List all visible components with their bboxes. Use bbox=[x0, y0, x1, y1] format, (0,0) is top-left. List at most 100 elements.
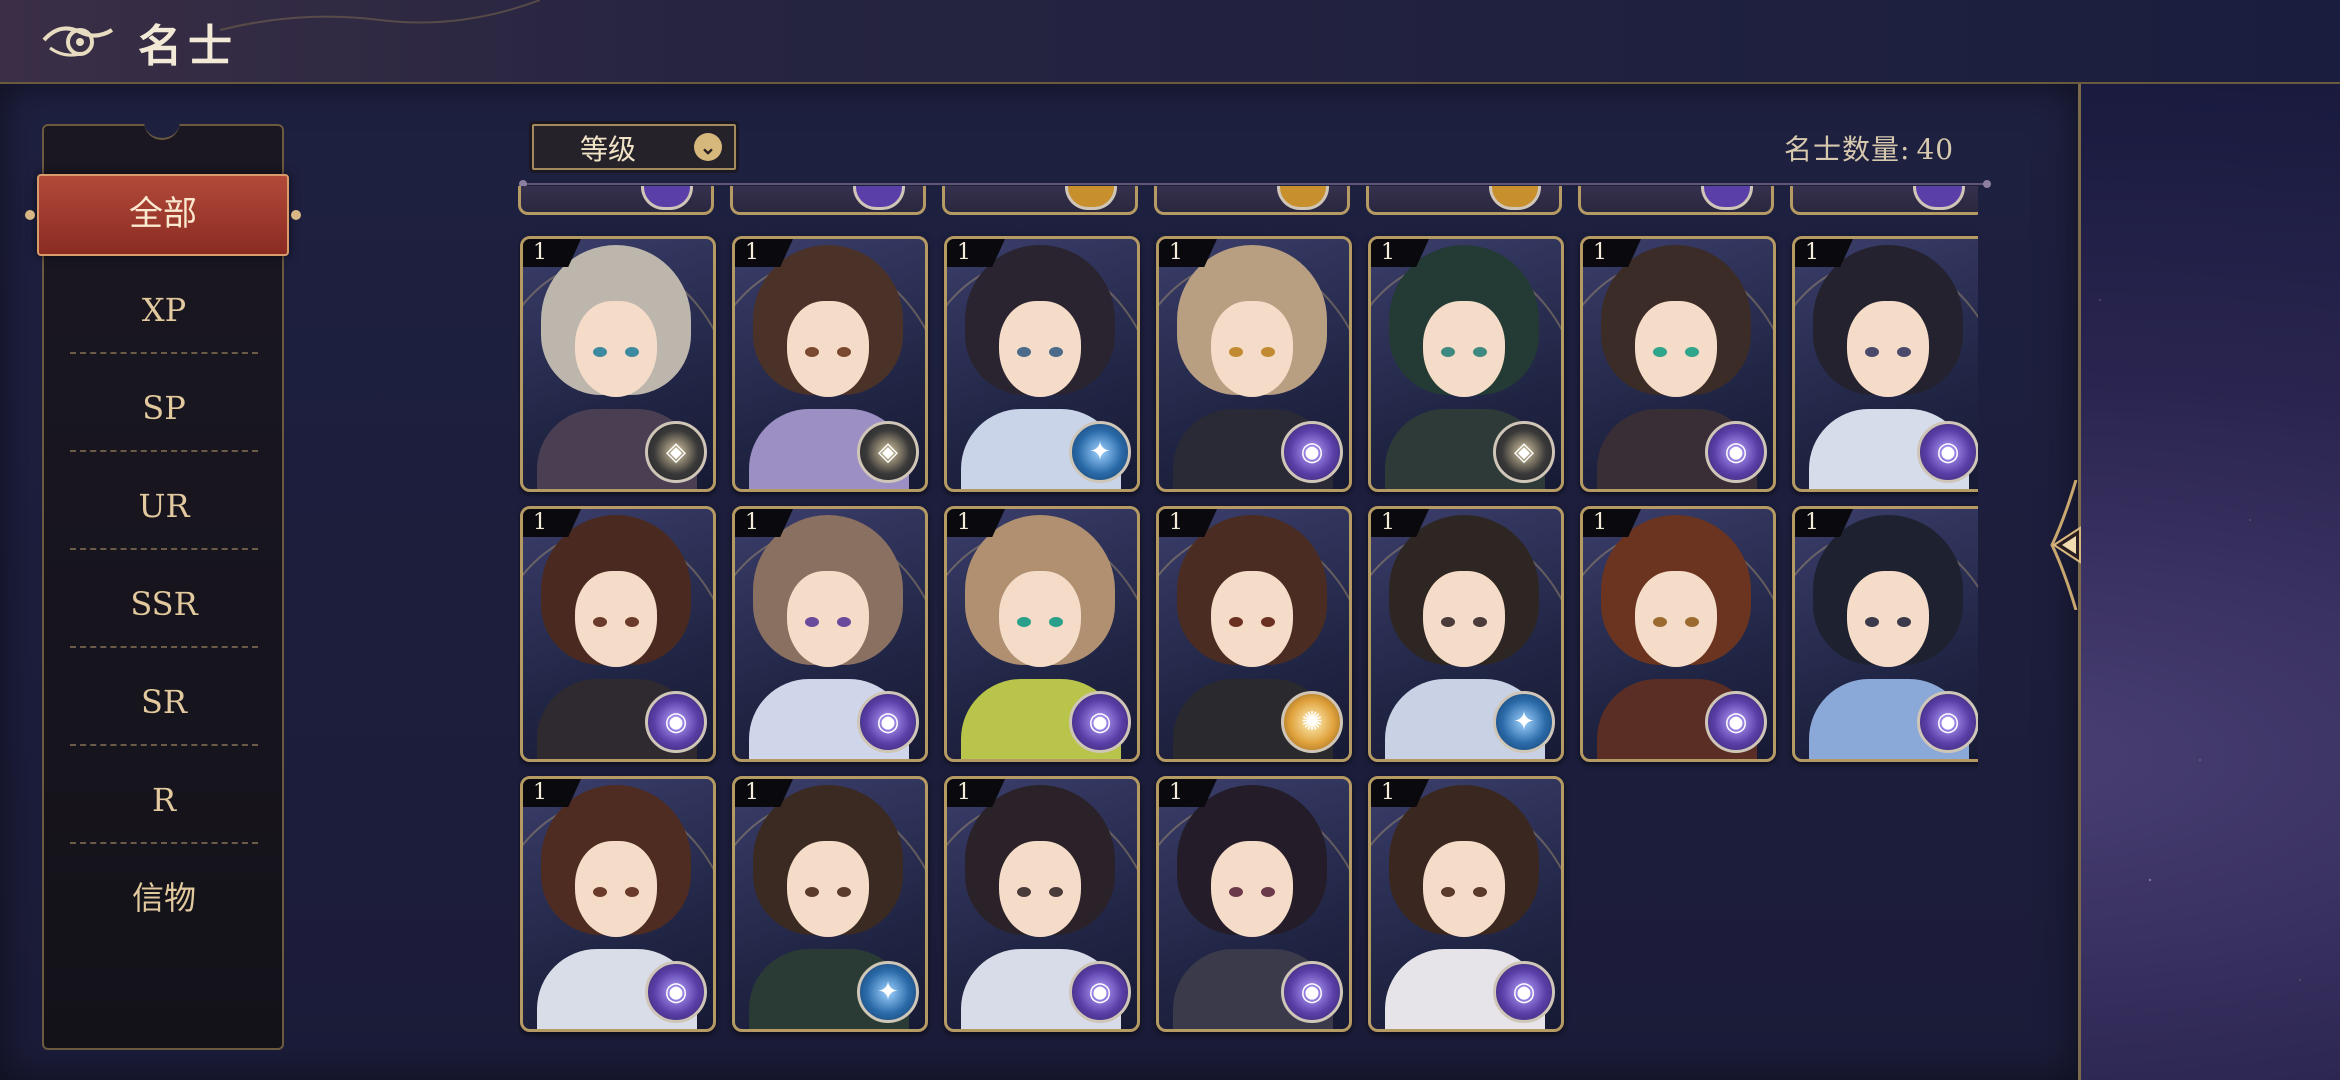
sidebar-item-all[interactable]: 全部 bbox=[25, 174, 301, 256]
character-face bbox=[1847, 301, 1929, 397]
character-eye bbox=[805, 347, 819, 357]
count-label: 名士数量: bbox=[1784, 133, 1911, 166]
sidebar-item-token[interactable]: 信物 bbox=[70, 850, 258, 946]
character-card[interactable]: 1 ◉ bbox=[520, 776, 716, 1032]
character-eye bbox=[1017, 617, 1031, 627]
character-face bbox=[1635, 571, 1717, 667]
character-face bbox=[1847, 571, 1929, 667]
top-header: 名士 bbox=[0, 0, 2340, 84]
character-eye bbox=[1865, 617, 1879, 627]
compass-icon: ◈ bbox=[1493, 421, 1555, 483]
character-eye bbox=[1473, 887, 1487, 897]
purple-orb-icon: ◉ bbox=[645, 691, 707, 753]
character-card[interactable]: 1 ◉ bbox=[1156, 236, 1352, 492]
character-face bbox=[1211, 571, 1293, 667]
character-eye bbox=[1653, 347, 1667, 357]
character-face bbox=[1211, 301, 1293, 397]
sidebar-notch bbox=[144, 120, 180, 140]
character-card[interactable]: 1 ◉ bbox=[1368, 776, 1564, 1032]
blue-crest-icon: ✦ bbox=[1069, 421, 1131, 483]
sidebar-item-r[interactable]: R bbox=[70, 752, 258, 848]
character-face bbox=[575, 301, 657, 397]
character-card[interactable]: 1 ◉ bbox=[1792, 236, 1978, 492]
character-eye bbox=[1441, 887, 1455, 897]
character-card[interactable]: 1 ◉ bbox=[1580, 506, 1776, 762]
character-eye bbox=[1017, 347, 1031, 357]
purple-orb-icon: ◉ bbox=[1281, 961, 1343, 1023]
character-eye bbox=[805, 887, 819, 897]
character-card[interactable]: 1 ✦ bbox=[732, 776, 928, 1032]
cloud-back-icon[interactable] bbox=[40, 18, 120, 62]
chevron-down-icon: ⌄ bbox=[694, 133, 722, 161]
character-eye bbox=[1897, 617, 1911, 627]
purple-orb-icon: ◉ bbox=[1917, 691, 1978, 753]
character-card[interactable]: 1 ◉ bbox=[1580, 236, 1776, 492]
character-card-partial[interactable] bbox=[942, 186, 1138, 215]
character-eye bbox=[593, 617, 607, 627]
character-card[interactable]: 1 ◉ bbox=[944, 506, 1140, 762]
character-card-partial[interactable] bbox=[1366, 186, 1562, 215]
sidebar-divider bbox=[70, 842, 258, 844]
sidebar-divider bbox=[70, 744, 258, 746]
character-face bbox=[787, 841, 869, 937]
sidebar-divider bbox=[70, 548, 258, 550]
character-grid[interactable]: 1 ◈ 1 ◈ 1 ✦ 1 ◉ 1 ◈ 1 ◉ 1 ◉ 1 ◉ 1 ◉ 1 ◉ 1 ✺ 1 ✦ 1 ◉ 1 ◉ 1 ◉ 1 ✦ 1 ◉ 1 ◉ 1 ◉ bbox=[518, 186, 1978, 1046]
character-eye bbox=[593, 347, 607, 357]
sidebar-divider bbox=[70, 450, 258, 452]
sort-label: 等级 bbox=[580, 133, 637, 166]
blue-crest-icon: ✦ bbox=[1493, 691, 1555, 753]
character-eye bbox=[593, 887, 607, 897]
sidebar-item-ssr[interactable]: SSR bbox=[70, 556, 258, 652]
header-ornament bbox=[220, 0, 540, 31]
character-eye bbox=[1229, 347, 1243, 357]
character-card[interactable]: 1 ◈ bbox=[520, 236, 716, 492]
character-card[interactable]: 1 ✦ bbox=[944, 236, 1140, 492]
gold-orb-icon bbox=[1065, 186, 1117, 210]
character-card[interactable]: 1 ◉ bbox=[1156, 776, 1352, 1032]
blue-crest-icon: ✦ bbox=[857, 961, 919, 1023]
character-face bbox=[1423, 301, 1505, 397]
character-face bbox=[1423, 841, 1505, 937]
character-face bbox=[1423, 571, 1505, 667]
purple-orb-icon: ◉ bbox=[857, 691, 919, 753]
character-face bbox=[575, 841, 657, 937]
character-card-partial[interactable] bbox=[518, 186, 714, 215]
collapse-arrow-icon[interactable] bbox=[2046, 480, 2092, 610]
sort-dropdown[interactable]: 等级 ⌄ bbox=[532, 124, 736, 170]
sidebar-item-ur[interactable]: UR bbox=[70, 458, 258, 554]
grid-top-divider bbox=[519, 180, 1991, 188]
character-card-partial[interactable] bbox=[730, 186, 926, 215]
character-card-partial[interactable] bbox=[1154, 186, 1350, 215]
purple-orb-icon: ◉ bbox=[1069, 961, 1131, 1023]
character-card[interactable]: 1 ◈ bbox=[1368, 236, 1564, 492]
gold-orb-icon: ✺ bbox=[1281, 691, 1343, 753]
sidebar-item-sr[interactable]: SR bbox=[70, 654, 258, 750]
character-card[interactable]: 1 ◉ bbox=[1792, 506, 1978, 762]
character-face bbox=[999, 571, 1081, 667]
sidebar-item-xp[interactable]: XP bbox=[70, 262, 258, 358]
character-card-partial[interactable] bbox=[1790, 186, 1978, 215]
character-card[interactable]: 1 ◉ bbox=[944, 776, 1140, 1032]
character-card[interactable]: 1 ◉ bbox=[732, 506, 928, 762]
character-card[interactable]: 1 ✦ bbox=[1368, 506, 1564, 762]
character-eye bbox=[1473, 347, 1487, 357]
purple-orb-icon bbox=[853, 186, 905, 210]
purple-orb-icon: ◉ bbox=[1917, 421, 1978, 483]
character-eye bbox=[1685, 347, 1699, 357]
purple-orb-icon bbox=[1913, 186, 1965, 210]
character-card[interactable]: 1 ✺ bbox=[1156, 506, 1352, 762]
character-eye bbox=[1049, 887, 1063, 897]
character-eye bbox=[1441, 347, 1455, 357]
character-eye bbox=[1261, 617, 1275, 627]
count-value: 40 bbox=[1916, 133, 1955, 166]
character-eye bbox=[1049, 347, 1063, 357]
sidebar-item-sp[interactable]: SP bbox=[70, 360, 258, 456]
character-card[interactable]: 1 ◉ bbox=[520, 506, 716, 762]
purple-orb-icon: ◉ bbox=[645, 961, 707, 1023]
character-eye bbox=[1229, 887, 1243, 897]
character-card[interactable]: 1 ◈ bbox=[732, 236, 928, 492]
character-card-partial[interactable] bbox=[1578, 186, 1774, 215]
purple-orb-icon: ◉ bbox=[1493, 961, 1555, 1023]
character-eye bbox=[625, 347, 639, 357]
character-face bbox=[787, 301, 869, 397]
